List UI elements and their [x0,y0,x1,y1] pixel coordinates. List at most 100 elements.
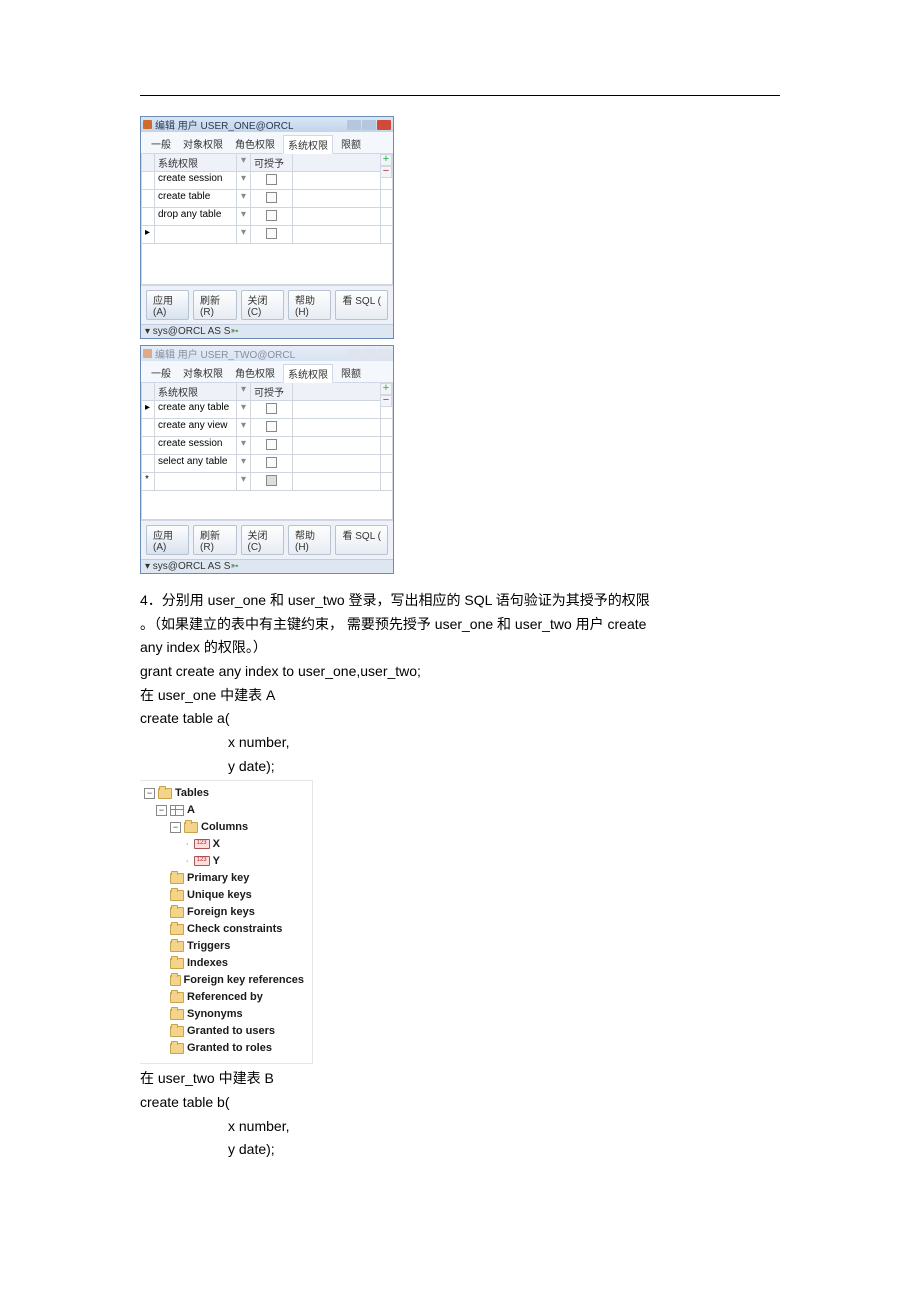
collapse-icon[interactable]: − [144,788,155,799]
view-sql-button[interactable]: 看 SQL ( [335,290,388,320]
grantable-checkbox[interactable] [251,401,293,419]
row-selector[interactable] [141,419,155,437]
close-button[interactable] [377,349,391,359]
tree-node-unique-keys[interactable]: Unique keys [144,887,304,904]
tree-node-table-a[interactable]: − A [144,802,304,819]
help-button[interactable]: 帮助(H) [288,525,331,555]
tree-node-granted-users[interactable]: Granted to users [144,1023,304,1040]
grantable-checkbox[interactable] [251,172,293,190]
close-button[interactable] [377,120,391,130]
tab-quota[interactable]: 限额 [337,364,365,382]
tree-node-tables[interactable]: − Tables [144,785,304,802]
grantable-checkbox[interactable] [251,419,293,437]
priv-cell[interactable]: create table [155,190,237,208]
cell-scroll-spacer [381,208,393,226]
tree-node-granted-roles[interactable]: Granted to roles [144,1040,304,1057]
priv-dropdown[interactable]: ▾ [237,473,251,491]
tree-node-check-constraints[interactable]: Check constraints [144,921,304,938]
tab-system-priv[interactable]: 系统权限 [283,364,333,383]
tree-node-fk-references[interactable]: Foreign key references [144,972,304,989]
tree-label: Y [213,853,220,870]
tree-node-triggers[interactable]: Triggers [144,938,304,955]
refresh-button[interactable]: 刷新(R) [193,290,236,320]
priv-dropdown[interactable]: ▾ [237,190,251,208]
tab-system-priv[interactable]: 系统权限 [283,135,333,154]
collapse-icon[interactable]: − [170,822,181,833]
grantable-checkbox[interactable] [251,473,293,491]
para-line: 。（如果建立的表中有主键约束， 需要预先授予 user_one 和 user_t… [140,614,780,636]
new-row-selector[interactable]: * [141,473,155,491]
priv-cell[interactable] [155,226,237,244]
priv-dropdown[interactable]: ▾ [237,172,251,190]
tree-node-foreign-keys[interactable]: Foreign keys [144,904,304,921]
tree-node-synonyms[interactable]: Synonyms [144,1006,304,1023]
tree-node-indexes[interactable]: Indexes [144,955,304,972]
grantable-checkbox[interactable] [251,208,293,226]
collapse-icon[interactable]: − [156,805,167,816]
priv-dropdown[interactable]: ▾ [237,208,251,226]
row-selector[interactable] [141,437,155,455]
maximize-button[interactable] [362,349,376,359]
priv-cell[interactable]: drop any table [155,208,237,226]
priv-cell[interactable]: create session [155,437,237,455]
grantable-checkbox[interactable] [251,455,293,473]
tree-node-referenced-by[interactable]: Referenced by [144,989,304,1006]
priv-cell[interactable]: select any table [155,455,237,473]
priv-cell[interactable] [155,473,237,491]
help-button[interactable]: 帮助(H) [288,290,331,320]
dialog2-titlebar[interactable]: 编辑 用户 USER_TWO@ORCL [141,346,393,361]
maximize-button[interactable] [362,120,376,130]
minimize-button[interactable] [347,349,361,359]
dialog1-title: 编辑 用户 USER_ONE@ORCL [155,117,294,132]
close-dialog-button[interactable]: 关闭(C) [241,290,284,320]
remove-row-button[interactable]: − [380,166,392,178]
priv-dropdown[interactable]: ▾ [237,401,251,419]
tab-role-priv[interactable]: 角色权限 [231,135,279,153]
grantable-checkbox[interactable] [251,190,293,208]
para-line: y date); [140,756,780,778]
tree-node-primary-key[interactable]: Primary key [144,870,304,887]
tab-general[interactable]: 一般 [147,364,175,382]
tree-node-column[interactable]: · 123 X [144,836,304,853]
current-row-selector[interactable]: ▸ [141,226,155,244]
priv-dropdown[interactable]: ▾ [237,226,251,244]
dialog1-statusbar: ▾ sys@ORCL AS S➳ [141,324,393,338]
tab-general[interactable]: 一般 [147,135,175,153]
close-dialog-button[interactable]: 关闭(C) [241,525,284,555]
tab-quota[interactable]: 限额 [337,135,365,153]
tree-label: Check constraints [187,921,282,938]
row-selector[interactable] [141,190,155,208]
tab-object-priv[interactable]: 对象权限 [179,364,227,382]
priv-dropdown[interactable]: ▾ [237,437,251,455]
para-line: grant create any index to user_one,user_… [140,661,780,683]
priv-cell[interactable]: create any view [155,419,237,437]
dialog1-titlebar[interactable]: 编辑 用户 USER_ONE@ORCL [141,117,393,132]
table-icon [170,805,184,816]
grid-empty-area [141,244,393,285]
tree-node-column[interactable]: · 123 Y [144,853,304,870]
refresh-button[interactable]: 刷新(R) [193,525,236,555]
row-selector[interactable] [141,208,155,226]
view-sql-button[interactable]: 看 SQL ( [335,525,388,555]
tab-role-priv[interactable]: 角色权限 [231,364,279,382]
priv-dropdown[interactable]: ▾ [237,419,251,437]
row-selector[interactable] [141,455,155,473]
current-row-selector[interactable]: ▸ [141,401,155,419]
tab-object-priv[interactable]: 对象权限 [179,135,227,153]
row-selector[interactable] [141,172,155,190]
grantable-checkbox[interactable] [251,226,293,244]
tree-label: Indexes [187,955,228,972]
priv-cell[interactable]: create any table [155,401,237,419]
grantable-checkbox[interactable] [251,437,293,455]
tree-node-columns[interactable]: − Columns [144,819,304,836]
apply-button[interactable]: 应用(A) [146,525,189,555]
priv-dropdown[interactable]: ▾ [237,455,251,473]
cell-scroll-spacer [381,455,393,473]
para-line: x number, [140,732,780,754]
apply-button[interactable]: 应用(A) [146,290,189,320]
cell-spacer [293,401,381,419]
dialog2-footer: 应用(A) 刷新(R) 关闭(C) 帮助(H) 看 SQL ( [141,520,393,559]
minimize-button[interactable] [347,120,361,130]
remove-row-button[interactable]: − [380,395,392,407]
priv-cell[interactable]: create session [155,172,237,190]
